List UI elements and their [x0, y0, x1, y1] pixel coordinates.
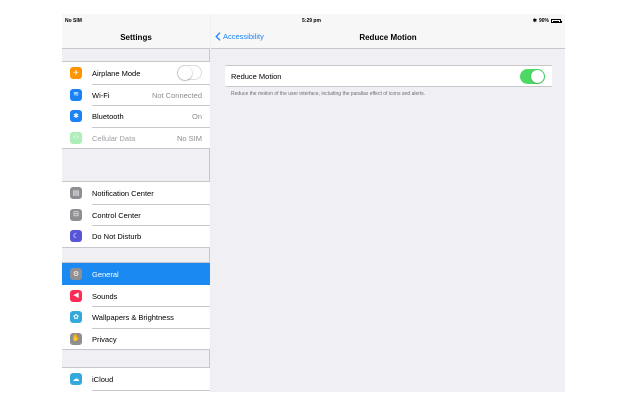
reduce-motion-label: Reduce Motion — [231, 72, 282, 81]
sidebar-item-sounds[interactable]: ◀ Sounds — [62, 285, 210, 307]
sidebar-item-airplane-mode[interactable]: ✈ Airplane Mode — [62, 62, 210, 84]
sidebar-item-label: Notification Center — [92, 189, 154, 198]
reduce-motion-cell: Reduce Motion — [225, 65, 552, 87]
toggle-knob — [178, 66, 192, 80]
gear-icon: ⚙ — [70, 268, 82, 280]
sidebar-item-bluetooth[interactable]: ✱ Bluetooth On — [62, 105, 210, 127]
sidebar-item-label: iCloud — [92, 375, 114, 384]
hand-icon: ✋ — [70, 332, 82, 345]
moon-icon: ☾ — [70, 230, 82, 242]
wallpaper-icon: ✿ — [70, 311, 82, 323]
sidebar-item-label: Wi-Fi — [92, 90, 110, 100]
speaker-icon: ◀ — [70, 289, 82, 302]
sidebar-item-control-center[interactable]: ⊟ Control Center — [62, 203, 210, 226]
cellular-icon: ⚇ — [70, 131, 82, 144]
detail-title: Reduce Motion — [359, 33, 417, 42]
control-center-icon: ⊟ — [70, 208, 82, 221]
sidebar-item-notification-center[interactable]: ▤ Notification Center — [62, 182, 210, 204]
sidebar-item-label: Wallpapers & Brightness — [92, 313, 174, 322]
sidebar-item-label: Control Center — [92, 210, 141, 220]
detail-pane: Accessibility Reduce Motion Reduce Motio… — [211, 14, 565, 392]
sidebar-item-label: Do Not Disturb — [92, 232, 142, 241]
sidebar-item-do-not-disturb[interactable]: ☾ Do Not Disturb — [62, 225, 210, 247]
notification-center-icon: ▤ — [70, 187, 82, 199]
sidebar-item-label: Bluetooth — [92, 112, 124, 121]
status-bar: No SIM 5:29 pm ✱ 90% — [62, 14, 565, 28]
sidebar-item-value: No SIM — [176, 133, 202, 143]
airplane-mode-toggle[interactable] — [177, 65, 202, 80]
settings-group: ▤ Notification Center ⊟ Control Center ☾ Do N… — [62, 181, 210, 248]
sidebar-item-cellular-data[interactable]: ⚇ Cellular Data No SIM — [62, 126, 210, 149]
reduce-motion-footer: Reduce the motion of the user interface,… — [231, 91, 426, 97]
bluetooth-icon: ✱ — [70, 110, 82, 122]
bluetooth-status-icon: ✱ — [532, 18, 537, 24]
settings-master-pane: Settings ✈ Airplane Mode ≋ Wi-Fi Not Connect… — [62, 14, 210, 392]
sidebar-item-privacy[interactable]: ✋ Privacy — [62, 327, 210, 350]
master-title: Settings — [120, 33, 152, 42]
toggle-knob — [530, 69, 545, 84]
airplane-icon: ✈ — [70, 67, 82, 79]
sidebar-item-icloud[interactable]: ☁ iCloud — [62, 368, 210, 390]
settings-group: ✈ Airplane Mode ≋ Wi-Fi Not Connected ✱ Blueto… — [62, 61, 210, 149]
sidebar-item-label: Sounds — [92, 291, 118, 301]
status-time: 5:29 pm — [302, 18, 321, 24]
sidebar-item-value: Not Connected — [151, 90, 202, 100]
sidebar-item-label: General — [92, 270, 119, 279]
cloud-icon: ☁ — [70, 373, 82, 385]
carrier-label: No SIM — [65, 18, 82, 24]
sidebar-item-wi-fi[interactable]: ≋ Wi-Fi Not Connected — [62, 83, 210, 106]
battery-percent: 90% — [538, 18, 549, 24]
status-right: ✱ 90% — [532, 18, 562, 24]
sidebar-item-general[interactable]: ⚙ General — [62, 263, 210, 285]
sidebar-item-mail-contacts-calendars[interactable]: ✉Mail, Contacts, Calendars — [62, 389, 210, 393]
battery-icon — [551, 19, 562, 23]
settings-group: ⚙ General ◀ Sounds ✿ Wallpapers & Brightness ✋… — [62, 262, 210, 350]
settings-group: ☁ iCloud ✉Mail, Contacts, Calendars — [62, 367, 210, 392]
sidebar-item-value: On — [191, 112, 202, 121]
ipad-screen: Settings ✈ Airplane Mode ≋ Wi-Fi Not Connect… — [62, 14, 565, 392]
reduce-motion-toggle[interactable] — [520, 69, 545, 84]
sidebar-item-wallpapers-brightness[interactable]: ✿ Wallpapers & Brightness — [62, 306, 210, 328]
sidebar-item-label: Airplane Mode — [92, 69, 141, 78]
wifi-icon: ≋ — [70, 88, 82, 101]
sidebar-item-label: Cellular Data — [92, 133, 136, 143]
sidebar-item-label: Privacy — [92, 334, 117, 344]
